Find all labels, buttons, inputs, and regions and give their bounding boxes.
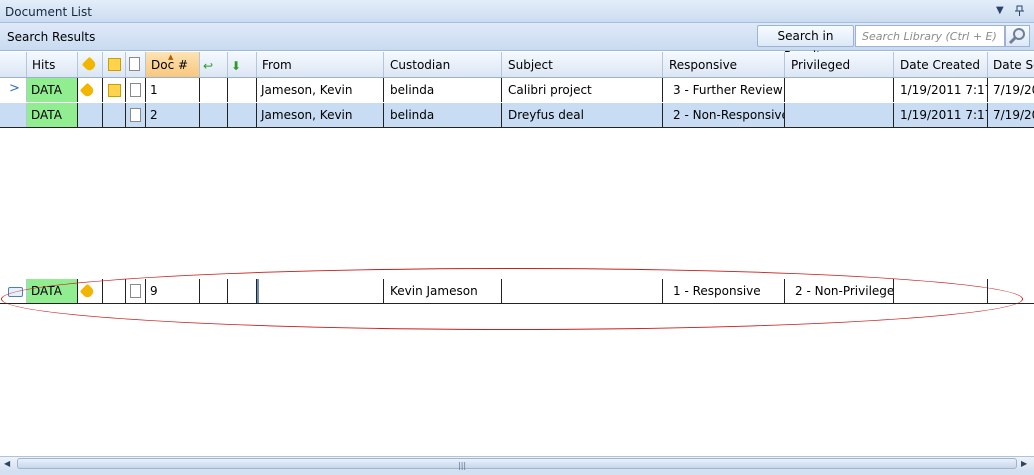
- tag-cell[interactable]: [78, 103, 103, 127]
- down-arrow-icon: ⬇: [231, 59, 242, 73]
- horizontal-scrollbar[interactable]: ◀ ||| ▶: [0, 456, 1034, 470]
- col-from[interactable]: From: [257, 52, 384, 77]
- magnifier-icon: [1006, 28, 1029, 49]
- download-cell[interactable]: [228, 78, 257, 102]
- from-cell[interactable]: Jameson, Kevin: [257, 103, 384, 127]
- privileged-cell[interactable]: [785, 78, 894, 102]
- tag-cell[interactable]: [78, 78, 103, 102]
- custodian-cell[interactable]: belinda: [384, 78, 502, 102]
- scroll-left-icon[interactable]: ◀: [4, 457, 10, 470]
- doc-number-cell[interactable]: 1: [146, 78, 200, 102]
- note-cell[interactable]: [103, 78, 126, 102]
- document-icon: [130, 83, 141, 97]
- date-created-cell[interactable]: 1/19/2011 7:17:5: [894, 103, 988, 127]
- search-button[interactable]: [1005, 25, 1030, 47]
- scrollbar-thumb[interactable]: |||: [17, 458, 1017, 470]
- col-custodian[interactable]: Custodian: [384, 52, 502, 77]
- date-sent-cell[interactable]: 7/19/20: [988, 103, 1034, 127]
- doc-number-cell[interactable]: 2: [146, 103, 200, 127]
- search-library-input[interactable]: [855, 25, 1005, 47]
- reply-cell[interactable]: [200, 279, 228, 303]
- col-document[interactable]: [126, 52, 146, 77]
- note-icon: [108, 58, 121, 71]
- reply-cell[interactable]: [200, 103, 228, 127]
- window-title: Document List: [5, 5, 92, 19]
- date-sent-cell[interactable]: 7/19/20: [988, 78, 1034, 102]
- hits-cell[interactable]: DATA: [27, 78, 78, 102]
- tag-icon: [81, 56, 98, 73]
- col-date-created[interactable]: Date Created: [894, 52, 988, 77]
- col-responsive[interactable]: Responsive: [663, 52, 785, 77]
- col-note[interactable]: [103, 52, 126, 77]
- tag-cell[interactable]: [78, 279, 103, 303]
- reply-cell[interactable]: [200, 78, 228, 102]
- col-reply[interactable]: ↩: [200, 52, 228, 77]
- tag-icon: [79, 82, 96, 99]
- tag-icon: [79, 283, 96, 300]
- search-results-toolbar: Search Results Search in Results: [0, 23, 1034, 63]
- row-indicator[interactable]: [0, 103, 27, 127]
- grip-icon: |||: [458, 461, 467, 470]
- new-row-icon: [8, 287, 23, 297]
- col-download[interactable]: ⬇: [228, 52, 257, 77]
- sort-ascending-icon: ▲: [168, 53, 174, 61]
- grid-header: Hits ▲ Doc # ↩ ⬇ From Custodian Subject …: [0, 52, 1034, 78]
- download-cell[interactable]: [228, 279, 257, 303]
- col-tag[interactable]: [78, 52, 103, 77]
- subject-cell[interactable]: Dreyfus deal: [502, 103, 663, 127]
- document-list-titlebar: Document List ▼: [0, 0, 1034, 23]
- scroll-right-icon[interactable]: ▶: [1021, 457, 1027, 470]
- document-cell[interactable]: [126, 78, 146, 102]
- table-row[interactable]: > DATA 1 Jameson, Kevin belinda Calibri …: [0, 78, 1034, 103]
- document-cell[interactable]: [126, 279, 146, 303]
- from-cell[interactable]: Jameson, Kevin: [257, 78, 384, 102]
- search-results-title: Search Results: [7, 30, 96, 44]
- hits-cell[interactable]: DATA: [27, 103, 78, 127]
- pin-icon[interactable]: [1015, 5, 1024, 20]
- download-cell[interactable]: [228, 103, 257, 127]
- search-in-results-button[interactable]: Search in Results: [757, 25, 854, 63]
- privileged-cell[interactable]: [785, 103, 894, 127]
- from-cell[interactable]: [257, 279, 384, 303]
- custodian-cell[interactable]: belinda: [384, 103, 502, 127]
- col-privileged[interactable]: Privileged: [785, 52, 894, 77]
- note-cell[interactable]: [103, 279, 126, 303]
- subject-cell[interactable]: Calibri project: [502, 78, 663, 102]
- date-created-cell[interactable]: [894, 279, 988, 303]
- reply-icon: ↩: [203, 59, 214, 73]
- responsive-cell[interactable]: 3 - Further Review: [663, 78, 785, 102]
- doc-number-cell[interactable]: 9: [146, 279, 200, 303]
- current-row-chevron-icon: >: [9, 81, 20, 96]
- date-sent-cell[interactable]: [988, 279, 1034, 303]
- document-icon: [130, 284, 141, 298]
- date-created-cell[interactable]: 1/19/2011 7:17:5: [894, 78, 988, 102]
- table-row[interactable]: DATA 2 Jameson, Kevin belinda Dreyfus de…: [0, 103, 1034, 128]
- document-icon: [129, 57, 140, 71]
- note-cell[interactable]: [103, 103, 126, 127]
- responsive-cell[interactable]: 1 - Responsive: [663, 279, 785, 303]
- subject-cell[interactable]: [502, 279, 663, 303]
- chevron-down-icon[interactable]: ▼: [996, 5, 1004, 16]
- row-indicator[interactable]: >: [0, 78, 27, 102]
- document-icon: [130, 108, 141, 122]
- col-subject[interactable]: Subject: [502, 52, 663, 77]
- note-icon: [108, 84, 121, 97]
- row-header-corner: [0, 52, 27, 77]
- row-indicator[interactable]: [0, 279, 27, 303]
- custodian-cell[interactable]: Kevin Jameson: [384, 279, 502, 303]
- col-doc-number[interactable]: ▲ Doc #: [146, 52, 200, 77]
- col-date-sent[interactable]: Date Se: [988, 52, 1034, 77]
- hits-cell[interactable]: DATA: [27, 279, 78, 303]
- responsive-cell[interactable]: 2 - Non-Responsive: [663, 103, 785, 127]
- bottom-strip: [0, 470, 1034, 475]
- table-row[interactable]: DATA 9 Kevin Jameson 1 - Responsive 2 - …: [0, 279, 1034, 304]
- document-cell[interactable]: [126, 103, 146, 127]
- col-hits[interactable]: Hits: [27, 52, 78, 77]
- privileged-cell[interactable]: 2 - Non-Privilegec: [785, 279, 894, 303]
